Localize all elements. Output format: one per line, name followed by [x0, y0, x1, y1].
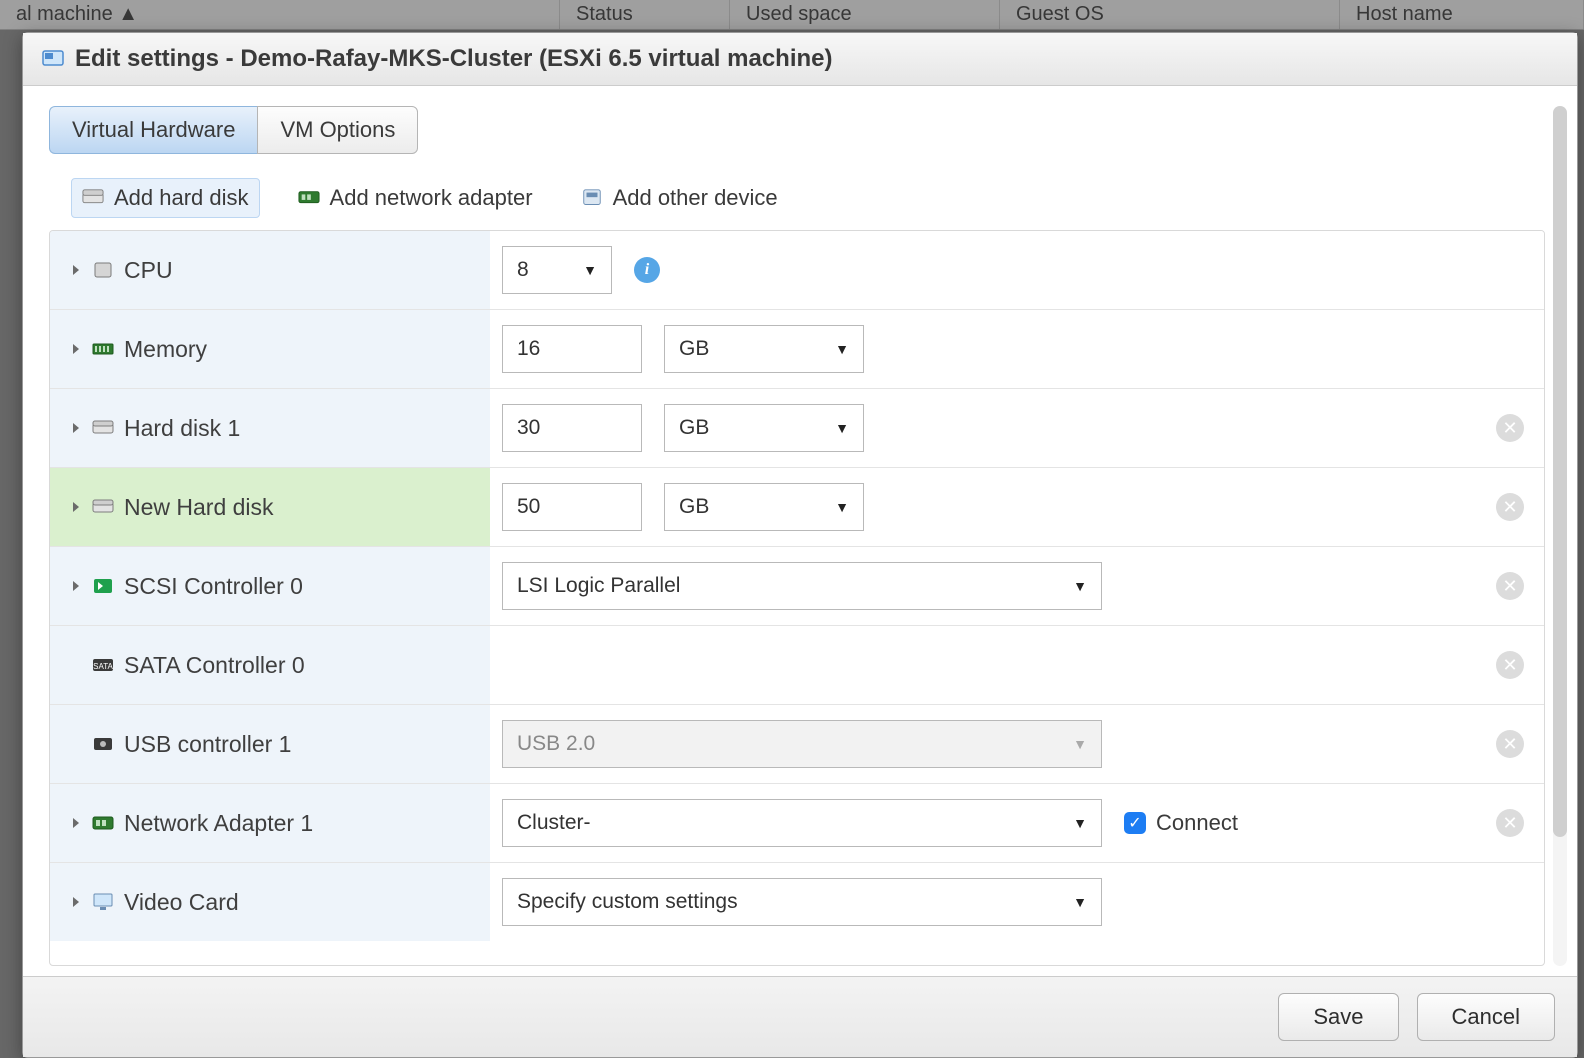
scrollbar[interactable]	[1553, 106, 1567, 966]
svg-text:SATA: SATA	[93, 662, 113, 671]
nic-label: Network Adapter 1	[124, 810, 313, 837]
row-scsi-controller: SCSI Controller 0 LSI Logic Parallel▼ ✕	[50, 547, 1544, 626]
expand-icon[interactable]	[70, 343, 82, 355]
expand-icon[interactable]	[70, 422, 82, 434]
hardware-list: CPU 8▼ i Memory	[49, 230, 1545, 966]
remove-hd1-button[interactable]: ✕	[1496, 414, 1524, 442]
vm-icon	[41, 47, 65, 71]
hard-disk-icon	[92, 497, 114, 517]
info-icon[interactable]: i	[634, 257, 660, 283]
hard-disk-icon	[92, 418, 114, 438]
row-memory: Memory GB▼	[50, 310, 1544, 389]
tab-vm-options[interactable]: VM Options	[257, 106, 418, 154]
dialog-title: Edit settings - Demo-Rafay-MKS-Cluster (…	[75, 45, 833, 73]
expand-icon[interactable]	[70, 896, 82, 908]
nic-network-select[interactable]: Cluster-▼	[502, 799, 1102, 847]
expand-icon[interactable]	[70, 501, 82, 513]
expand-icon[interactable]	[70, 264, 82, 276]
cpu-count-select[interactable]: 8▼	[502, 246, 612, 294]
cpu-icon	[92, 260, 114, 280]
remove-newhd-button[interactable]: ✕	[1496, 493, 1524, 521]
newhd-label: New Hard disk	[124, 494, 274, 521]
connect-label: Connect	[1156, 810, 1238, 836]
row-cpu: CPU 8▼ i	[50, 231, 1544, 310]
usb-icon	[92, 734, 114, 754]
expand-icon[interactable]	[70, 580, 82, 592]
add-hardware-toolbar: Add hard disk Add network adapter Add ot…	[71, 178, 1545, 218]
add-hard-disk-label: Add hard disk	[114, 185, 249, 211]
sata-label: SATA Controller 0	[124, 652, 305, 679]
save-button[interactable]: Save	[1278, 993, 1398, 1041]
remove-nic-button[interactable]: ✕	[1496, 809, 1524, 837]
row-video-card: Video Card Specify custom settings▼	[50, 863, 1544, 941]
row-sata-controller: SATA SATA Controller 0 ✕	[50, 626, 1544, 705]
sata-icon: SATA	[92, 655, 114, 675]
memory-size-input[interactable]	[502, 325, 642, 373]
add-other-label: Add other device	[613, 185, 778, 211]
device-icon	[581, 188, 603, 208]
scsi-label: SCSI Controller 0	[124, 573, 303, 600]
scsi-type-select[interactable]: LSI Logic Parallel▼	[502, 562, 1102, 610]
remove-scsi-button[interactable]: ✕	[1496, 572, 1524, 600]
row-usb-controller: USB controller 1 USB 2.0▼ ✕	[50, 705, 1544, 784]
nic-connect-checkbox[interactable]: ✓ Connect	[1124, 810, 1238, 836]
memory-unit-select[interactable]: GB▼	[664, 325, 864, 373]
newhd-unit-select[interactable]: GB▼	[664, 483, 864, 531]
video-label: Video Card	[124, 889, 239, 916]
hd1-size-input[interactable]	[502, 404, 642, 452]
tab-virtual-hardware[interactable]: Virtual Hardware	[49, 106, 257, 154]
hd1-label: Hard disk 1	[124, 415, 240, 442]
hd1-unit-select[interactable]: GB▼	[664, 404, 864, 452]
remove-sata-button[interactable]: ✕	[1496, 651, 1524, 679]
row-hard-disk-1: Hard disk 1 GB▼ ✕	[50, 389, 1544, 468]
memory-icon	[92, 339, 114, 359]
scrollbar-thumb[interactable]	[1553, 106, 1567, 837]
row-new-hard-disk: New Hard disk GB▼ ✕	[50, 468, 1544, 547]
newhd-size-input[interactable]	[502, 483, 642, 531]
remove-usb-button[interactable]: ✕	[1496, 730, 1524, 758]
usb-label: USB controller 1	[124, 731, 291, 758]
edit-settings-dialog: Edit settings - Demo-Rafay-MKS-Cluster (…	[22, 32, 1578, 1058]
memory-label: Memory	[124, 336, 207, 363]
monitor-icon	[92, 892, 114, 912]
add-other-device-button[interactable]: Add other device	[571, 178, 788, 218]
dialog-header: Edit settings - Demo-Rafay-MKS-Cluster (…	[23, 33, 1577, 86]
nic-icon	[92, 813, 114, 833]
add-network-adapter-button[interactable]: Add network adapter	[288, 178, 543, 218]
nic-icon	[298, 188, 320, 208]
dialog-footer: Save Cancel	[23, 976, 1577, 1057]
row-network-adapter: Network Adapter 1 Cluster-▼ ✓ Connect ✕	[50, 784, 1544, 863]
hard-disk-icon	[82, 188, 104, 208]
cancel-button[interactable]: Cancel	[1417, 993, 1555, 1041]
video-settings-select[interactable]: Specify custom settings▼	[502, 878, 1102, 926]
add-hard-disk-button[interactable]: Add hard disk	[71, 178, 260, 218]
checkbox-checked-icon: ✓	[1124, 812, 1146, 834]
scsi-icon	[92, 576, 114, 596]
tab-strip: Virtual Hardware VM Options	[49, 106, 1545, 154]
cpu-label: CPU	[124, 257, 173, 284]
usb-type-select: USB 2.0▼	[502, 720, 1102, 768]
add-nic-label: Add network adapter	[330, 185, 533, 211]
expand-icon[interactable]	[70, 817, 82, 829]
